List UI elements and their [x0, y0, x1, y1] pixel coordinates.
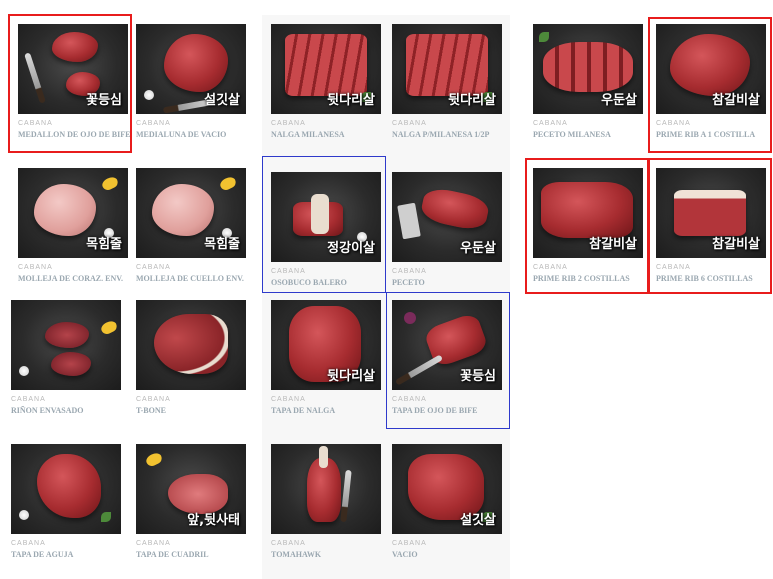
meat-piece	[285, 34, 367, 96]
salt-icon	[19, 366, 29, 376]
cleaver-icon	[397, 202, 421, 240]
meat-piece	[406, 34, 488, 96]
product-image[interactable]: 우둔살	[533, 24, 643, 114]
meat-piece	[37, 454, 101, 518]
herb-icon	[539, 32, 549, 42]
product-title[interactable]: T-BONE	[136, 406, 254, 416]
meat-piece	[51, 352, 91, 376]
highlight-box-red	[8, 14, 132, 153]
highlight-box-red	[648, 158, 772, 294]
brand-label: CABANA	[392, 120, 427, 127]
product-image[interactable]	[11, 300, 121, 390]
brand-label: CABANA	[136, 120, 171, 127]
meat-piece	[152, 184, 214, 236]
meat-piece	[543, 42, 633, 92]
meat-piece	[419, 185, 491, 233]
meat-piece	[154, 314, 228, 374]
product-image[interactable]: 목힘줄	[136, 168, 246, 258]
korean-cut-label: 우둔살	[460, 241, 496, 256]
product-image[interactable]	[136, 300, 246, 390]
product-image[interactable]: 뒷다리살	[392, 24, 502, 114]
korean-cut-label: 뒷다리살	[448, 93, 496, 108]
product-image[interactable]: 앞,뒷사태	[136, 444, 246, 534]
brand-label: CABANA	[11, 396, 46, 403]
korean-cut-label: 목힘줄	[86, 237, 122, 252]
brand-label: CABANA	[136, 264, 171, 271]
brand-label: CABANA	[271, 396, 306, 403]
product-title[interactable]: NALGA MILANESA	[271, 130, 389, 140]
brand-label: CABANA	[271, 120, 306, 127]
highlight-box-blue	[262, 156, 386, 293]
product-image[interactable]	[11, 444, 121, 534]
product-title[interactable]: RIÑON ENVASADO	[11, 406, 129, 416]
salt-icon	[144, 90, 154, 100]
product-image[interactable]: 목힘줄	[18, 168, 128, 258]
korean-cut-label: 뒷다리살	[327, 369, 375, 384]
highlight-box-red	[648, 17, 772, 153]
meat-piece	[45, 322, 89, 348]
product-image[interactable]: 우둔살	[392, 172, 502, 262]
korean-cut-label: 설깃살	[460, 513, 496, 528]
highlight-box-red	[525, 158, 649, 294]
korean-cut-label: 목힘줄	[204, 237, 240, 252]
product-image[interactable]: 뒷다리살	[271, 300, 381, 390]
meat-piece	[164, 34, 228, 92]
lemon-icon	[144, 451, 164, 468]
brand-label: CABANA	[271, 540, 306, 547]
product-title[interactable]: MEDIALUNA DE VACIO	[136, 130, 254, 140]
highlight-box-blue	[386, 292, 510, 429]
product-title[interactable]: MOLLEJA DE CORAZ. ENV.	[18, 274, 136, 284]
korean-cut-label: 설깃살	[204, 93, 240, 108]
product-title[interactable]: TOMAHAWK	[271, 550, 389, 560]
salt-icon	[19, 510, 29, 520]
herb-icon	[101, 512, 111, 522]
bone-shape	[319, 446, 328, 468]
lemon-icon	[100, 175, 120, 192]
brand-label: CABANA	[18, 264, 53, 271]
lemon-icon	[99, 319, 119, 336]
brand-label: CABANA	[392, 540, 427, 547]
product-title[interactable]: VACIO	[392, 550, 510, 560]
knife-icon	[340, 469, 352, 523]
lemon-icon	[218, 175, 238, 192]
brand-label: CABANA	[11, 540, 46, 547]
product-title[interactable]: TAPA DE AGUJA	[11, 550, 129, 560]
product-image[interactable]: 설깃살	[136, 24, 246, 114]
brand-label: CABANA	[392, 268, 427, 275]
product-image[interactable]: 설깃살	[392, 444, 502, 534]
brand-label: CABANA	[136, 540, 171, 547]
product-title[interactable]: NALGA P/MILANESA 1/2P	[392, 130, 510, 140]
product-title[interactable]: MOLLEJA DE CUELLO ENV.	[136, 274, 254, 284]
brand-label: CABANA	[136, 396, 171, 403]
product-title[interactable]: TAPA DE NALGA	[271, 406, 389, 416]
meat-piece	[34, 184, 96, 236]
product-title[interactable]: TAPA DE CUADRIL	[136, 550, 254, 560]
product-image[interactable]: 뒷다리살	[271, 24, 381, 114]
product-title[interactable]: PECETO	[392, 278, 510, 288]
korean-cut-label: 앞,뒷사태	[187, 513, 240, 528]
product-image[interactable]	[271, 444, 381, 534]
product-title[interactable]: PECETO MILANESA	[533, 130, 651, 140]
korean-cut-label: 우둔살	[601, 93, 637, 108]
brand-label: CABANA	[533, 120, 568, 127]
meat-piece	[168, 474, 228, 514]
korean-cut-label: 뒷다리살	[327, 93, 375, 108]
